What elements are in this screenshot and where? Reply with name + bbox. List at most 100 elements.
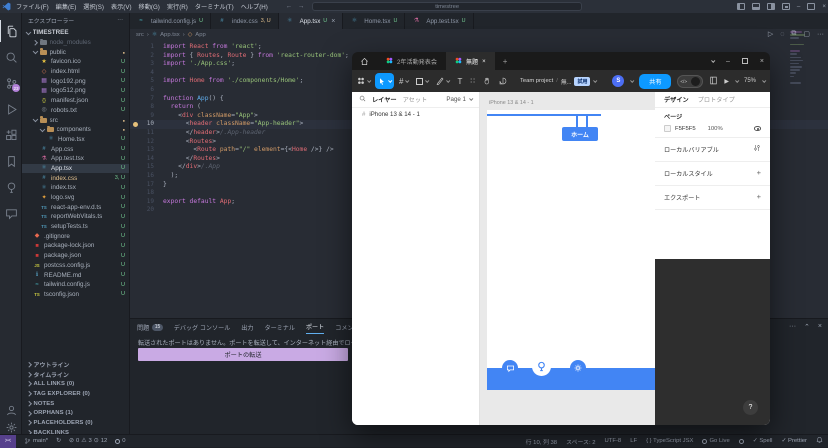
search-icon[interactable]: [0, 46, 22, 68]
menu-r[interactable]: 実行(R): [167, 2, 188, 11]
file-index.css[interactable]: #index.css3, U: [22, 173, 129, 183]
forward-port-button[interactable]: ポートの転送: [138, 348, 348, 361]
tab-App.tsx[interactable]: ⚛App.tsxU×: [279, 13, 344, 29]
file-Home.tsx[interactable]: ⚛Home.tsxU: [22, 135, 129, 145]
panel-close-icon[interactable]: ×: [818, 323, 822, 331]
tab-prototype[interactable]: プロトタイプ: [698, 95, 735, 104]
source-control-icon[interactable]: 23: [0, 72, 22, 94]
status-language-mode[interactable]: { } TypeScript JSX: [646, 438, 693, 444]
code-line-1[interactable]: 1import React from 'react';: [130, 43, 828, 52]
more-actions-icon[interactable]: ···: [817, 31, 824, 38]
figma-tab-close-icon[interactable]: ×: [482, 58, 486, 65]
tree-icon[interactable]: [532, 357, 551, 376]
menu-t[interactable]: ターミナル(T): [195, 2, 234, 11]
comment-tool[interactable]: [496, 73, 510, 89]
home-nav-button[interactable]: ホーム: [562, 127, 598, 141]
run-debug-icon[interactable]: [0, 98, 22, 120]
tab-close-icon[interactable]: ×: [331, 18, 335, 25]
figma-canvas[interactable]: iPhone 13 & 14 - 1 ホーム: [480, 92, 655, 425]
panel-tab-ポート[interactable]: ポート: [306, 322, 324, 334]
selected-navbar[interactable]: [487, 114, 601, 116]
file-postcss.config.js[interactable]: JSpostcss.config.jsU: [22, 261, 129, 271]
tab-App.test.tsx[interactable]: ⚗App.test.tsxU: [405, 13, 473, 29]
comments-icon[interactable]: [0, 202, 22, 224]
file-reportWebVitals.ts[interactable]: TSreportWebVitals.tsU: [22, 212, 129, 222]
folder-src[interactable]: src●: [22, 115, 129, 125]
present-chevron-icon[interactable]: [735, 78, 739, 82]
page-color-hex[interactable]: F5F5F5: [675, 126, 696, 132]
file-index.tsx[interactable]: ⚛index.tsxU: [22, 183, 129, 193]
actions-tool[interactable]: ∷: [467, 73, 477, 89]
section-row[interactable]: エクスポート+: [664, 190, 761, 204]
layout-sidebar-icon[interactable]: [737, 3, 745, 10]
page-color-swatch[interactable]: [664, 125, 671, 132]
tab-Home.tsx[interactable]: ⚛Home.tsxU: [343, 13, 405, 29]
tab-index.css[interactable]: #index.css3, U: [211, 13, 279, 29]
remote-indicator[interactable]: ><: [0, 435, 16, 448]
search-icon[interactable]: [359, 95, 366, 104]
file-logo192.png[interactable]: ▦logo192.pngU: [22, 76, 129, 86]
folder-components[interactable]: components●: [22, 125, 129, 135]
figma-maximize-icon[interactable]: [742, 58, 748, 64]
present-icon[interactable]: ▶: [724, 78, 729, 85]
section-placeholders[interactable]: PLACEHOLDERS (0): [22, 418, 129, 428]
file-App.test.tsx[interactable]: ⚗App.test.tsxU: [22, 154, 129, 164]
status-indentation[interactable]: スペース: 2: [566, 437, 595, 446]
panel-tab-ターミナル[interactable]: ターミナル: [264, 323, 294, 334]
extensions-icon[interactable]: [0, 124, 22, 146]
chat-icon[interactable]: [502, 360, 518, 376]
section-[interactable]: アウトライン: [22, 360, 129, 370]
file-README.md[interactable]: ℹREADME.mdU: [22, 270, 129, 280]
breadcrumb-item[interactable]: src: [136, 32, 144, 38]
panel-tab-デバッグ コンソール[interactable]: デバッグ コンソール: [174, 323, 231, 334]
tree-root[interactable]: TIMESTREE: [22, 28, 129, 38]
git-branch-status[interactable]: main*: [24, 437, 48, 445]
status-encoding[interactable]: UTF-8: [605, 438, 622, 444]
file-index.html[interactable]: ◇index.htmlU: [22, 67, 129, 77]
move-tool[interactable]: [375, 73, 394, 89]
panel-tab-出力[interactable]: 出力: [241, 323, 253, 334]
layout-customize-icon[interactable]: [782, 3, 790, 10]
avatar-chevron-icon[interactable]: [630, 78, 634, 82]
menu-v[interactable]: 表示(V): [111, 2, 132, 11]
figma-home-icon[interactable]: [360, 57, 369, 66]
section-tagexplorer[interactable]: TAG EXPLORER (0): [22, 389, 129, 399]
text-tool[interactable]: T: [454, 73, 465, 89]
notifications-bell-icon[interactable]: [816, 436, 823, 446]
explorer-more-icon[interactable]: ···: [117, 17, 123, 23]
window-minimize-icon[interactable]: –: [797, 3, 800, 10]
todo-icon[interactable]: [0, 176, 22, 198]
panel-more-icon[interactable]: ···: [789, 323, 796, 331]
menu-s[interactable]: 選択(S): [83, 2, 104, 11]
status-prettier[interactable]: ✓ Prettier: [781, 438, 807, 444]
file-.gitignore[interactable]: ◆.gitignoreU: [22, 231, 129, 241]
menu-e[interactable]: 編集(E): [56, 2, 77, 11]
tab-assets[interactable]: アセット: [403, 95, 428, 104]
sync-icon[interactable]: ↻: [56, 438, 61, 444]
page-opacity[interactable]: 100%: [708, 126, 723, 132]
plus-icon[interactable]: +: [757, 169, 761, 177]
file-tsconfig.json[interactable]: TStsconfig.jsonU: [22, 290, 129, 300]
figma-close-icon[interactable]: ×: [760, 58, 764, 65]
frame-tool[interactable]: #: [396, 73, 411, 89]
file-manifest.json[interactable]: {}manifest.jsonU: [22, 96, 129, 106]
figma-tab-無題[interactable]: 無題×: [446, 52, 495, 70]
menu-h[interactable]: ヘルプ(H): [241, 2, 268, 11]
layout-panel-icon[interactable]: [752, 3, 760, 10]
plus-icon[interactable]: +: [757, 193, 761, 201]
main-menu[interactable]: [354, 73, 373, 89]
figma-window-chevron-icon[interactable]: [711, 58, 715, 62]
gear-icon[interactable]: [570, 360, 586, 376]
breadcrumb-item[interactable]: App.tsx: [160, 32, 180, 38]
file-package.json[interactable]: ■package.jsonU: [22, 251, 129, 261]
tab-tailwind.config.js[interactable]: ≈tailwind.config.jsU: [130, 13, 211, 29]
section-row[interactable]: ローカルバリアブル: [664, 142, 761, 156]
file-tailwind.config.js[interactable]: ≈tailwind.config.jsU: [22, 280, 129, 290]
file-react-app-env.d.ts[interactable]: TSreact-app-env.d.tsU: [22, 202, 129, 212]
section-notes[interactable]: NOTES: [22, 399, 129, 409]
section-row[interactable]: ローカルスタイル+: [664, 166, 761, 180]
run-dev-icon[interactable]: ◌: [780, 31, 784, 38]
status-cursor-position[interactable]: 行 10, 列 38: [526, 437, 557, 446]
breadcrumb[interactable]: src›⚛App.tsx›◇App: [136, 29, 206, 40]
tab-design[interactable]: デザイン: [664, 95, 689, 104]
